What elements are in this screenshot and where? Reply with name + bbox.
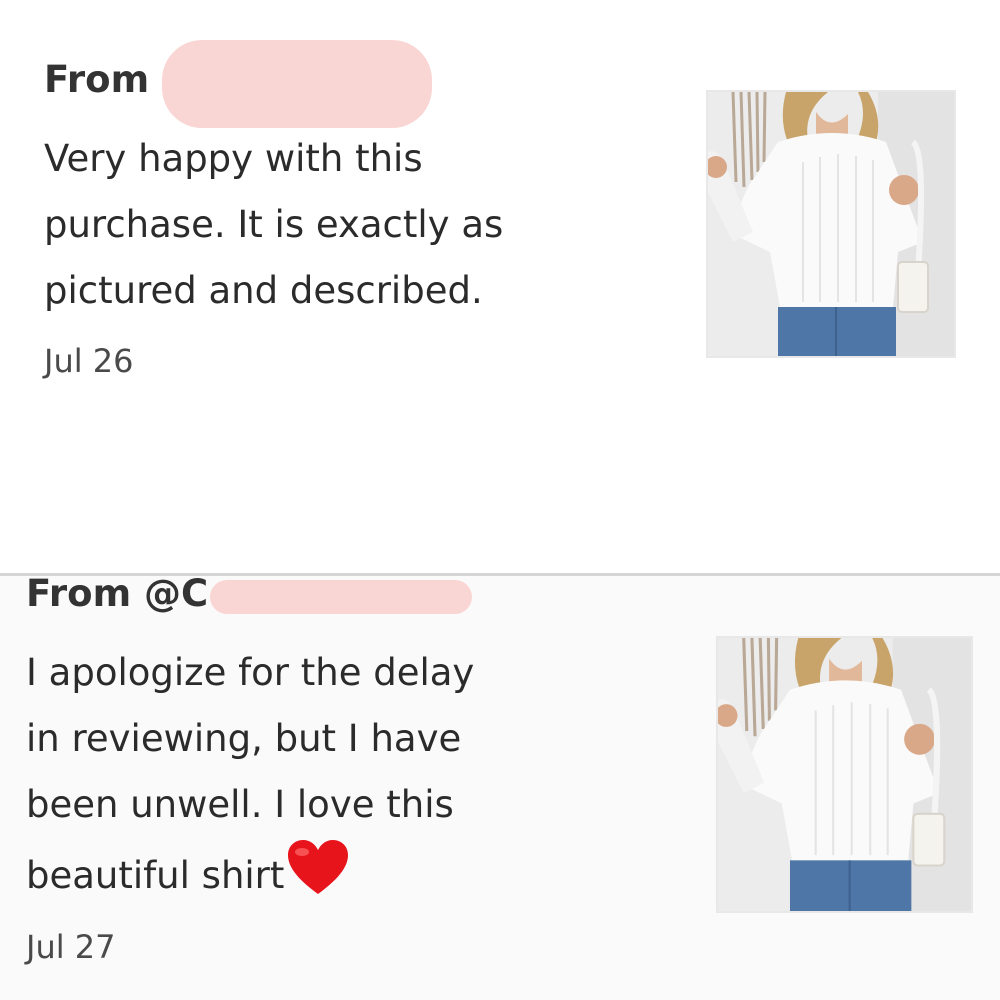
review-from-label: From <box>44 58 150 101</box>
review-date: Jul 27 <box>26 928 116 966</box>
product-thumbnail[interactable] <box>706 90 956 358</box>
review-from-label: From @C <box>26 576 209 615</box>
review-body: I apologize for the delay in reviewing, … <box>26 640 474 909</box>
sweater-photo-icon <box>708 92 954 356</box>
review-date: Jul 26 <box>44 342 134 380</box>
review-body-line: I apologize for the delay <box>26 651 475 694</box>
redacted-username <box>210 580 472 614</box>
review-body-line: Very happy with this <box>44 137 423 180</box>
review-body-line: pictured and described. <box>44 269 483 312</box>
review-body: Very happy with this purchase. It is exa… <box>44 126 503 324</box>
review-body-line: in reviewing, but I have <box>26 717 462 760</box>
product-thumbnail[interactable] <box>716 636 973 913</box>
review-card-1: From Very happy with this purchase. It i… <box>0 0 1000 574</box>
review-screenshot: From Very happy with this purchase. It i… <box>0 0 1000 1000</box>
redacted-username <box>162 40 432 128</box>
review-body-line: been unwell. I love this <box>26 783 454 826</box>
heart-emoji-icon <box>288 840 349 894</box>
review-body-line-text: beautiful shirt <box>26 854 285 897</box>
review-card-2: From @C I apologize for the delay in rev… <box>0 576 1000 1000</box>
sweater-photo-icon <box>718 638 971 911</box>
review-body-line: beautiful shirt <box>26 838 474 909</box>
review-body-line: purchase. It is exactly as <box>44 203 504 246</box>
